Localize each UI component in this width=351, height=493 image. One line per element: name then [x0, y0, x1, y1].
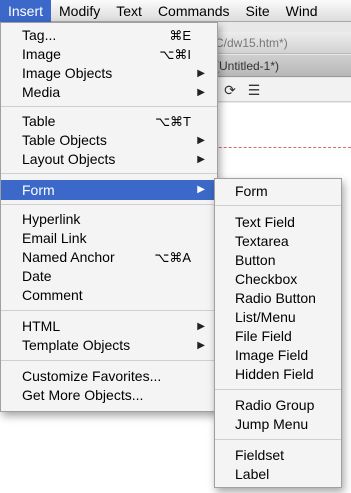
menu-item-media[interactable]: Media ▶ — [1, 83, 217, 102]
refresh-icon[interactable]: ⟳ — [222, 82, 238, 98]
menu-modify[interactable]: Modify — [51, 0, 108, 22]
submenu-arrow-icon: ▶ — [197, 154, 205, 165]
list-icon[interactable]: ☰ — [246, 82, 262, 98]
menu-item-label: Tag... — [22, 27, 57, 43]
submenu-item-label: Radio Button — [235, 290, 316, 306]
submenu-item-label: Text Field — [235, 214, 295, 230]
submenu-item-radio-button[interactable]: Radio Button — [215, 289, 341, 308]
menu-item-layout-objects[interactable]: Layout Objects ▶ — [1, 150, 217, 169]
shortcut-label: ⌥⌘A — [154, 250, 191, 265]
menu-item-label: Form — [22, 182, 55, 198]
menu-item-table-objects[interactable]: Table Objects ▶ — [1, 131, 217, 150]
menu-item-image[interactable]: Image ⌥⌘I — [1, 45, 217, 64]
menu-separator — [1, 310, 217, 311]
submenu-item-form[interactable]: Form — [215, 182, 341, 201]
menu-separator — [1, 173, 217, 174]
submenu-arrow-icon: ▶ — [197, 68, 205, 79]
document-tab[interactable]: (Untitled-1*) — [215, 55, 279, 77]
menu-item-label: Comment — [22, 287, 83, 303]
submenu-item-radio-group[interactable]: Radio Group — [215, 396, 341, 415]
menu-item-label: Media — [22, 84, 61, 100]
menu-item-date[interactable]: Date — [1, 267, 217, 286]
shortcut-label: ⌘E — [169, 28, 191, 43]
menu-insert[interactable]: Insert — [0, 0, 52, 22]
submenu-item-label: Image Field — [235, 347, 309, 363]
submenu-item-label: Checkbox — [235, 271, 298, 287]
submenu-item-button[interactable]: Button — [215, 251, 341, 270]
menu-separator — [1, 106, 217, 107]
submenu-item-list-menu[interactable]: List/Menu — [215, 308, 341, 327]
menu-item-label: Hyperlink — [22, 211, 81, 227]
menu-separator — [215, 439, 341, 440]
submenu-item-hidden-field[interactable]: Hidden Field — [215, 365, 341, 384]
submenu-item-label: Radio Group — [235, 397, 315, 413]
submenu-item-text-field[interactable]: Text Field — [215, 213, 341, 232]
submenu-arrow-icon: ▶ — [197, 321, 205, 332]
menu-separator — [215, 205, 341, 206]
menu-item-html[interactable]: HTML ▶ — [1, 317, 217, 336]
menu-item-label: Image Objects — [22, 65, 113, 81]
shortcut-label: ⌥⌘I — [159, 47, 191, 62]
menu-item-customize-favorites[interactable]: Customize Favorites... — [1, 367, 217, 386]
submenu-item-label: Fieldset — [235, 447, 285, 463]
submenu-item-fieldset[interactable]: Fieldset — [215, 446, 341, 465]
menu-item-image-objects[interactable]: Image Objects ▶ — [1, 64, 217, 83]
menu-item-label: HTML — [22, 318, 61, 334]
menu-item-label: Get More Objects... — [22, 387, 144, 403]
submenu-arrow-icon: ▶ — [197, 340, 205, 351]
menu-item-label: Layout Objects — [22, 151, 116, 167]
submenu-arrow-icon: ▶ — [197, 135, 205, 146]
window-title: C/dw15.htm*) — [215, 36, 288, 50]
menu-item-template-objects[interactable]: Template Objects ▶ — [1, 336, 217, 355]
submenu-item-label: Form — [235, 183, 268, 199]
menu-item-tag[interactable]: Tag... ⌘E — [1, 26, 217, 45]
menu-item-get-more-objects[interactable]: Get More Objects... — [1, 386, 217, 405]
menu-commands[interactable]: Commands — [150, 0, 238, 22]
menu-item-label: Table Objects — [22, 132, 107, 148]
menu-item-label: Named Anchor — [22, 249, 115, 265]
submenu-arrow-icon: ▶ — [197, 87, 205, 98]
menu-bar: Insert Modify Text Commands Site Wind — [0, 0, 351, 22]
menu-item-label: Date — [22, 268, 52, 284]
menu-item-label: Template Objects — [22, 337, 131, 353]
submenu-item-file-field[interactable]: File Field — [215, 327, 341, 346]
menu-item-named-anchor[interactable]: Named Anchor ⌥⌘A — [1, 248, 217, 267]
menu-item-email-link[interactable]: Email Link — [1, 229, 217, 248]
menu-item-form[interactable]: Form ▶ — [1, 180, 217, 200]
submenu-item-label: Jump Menu — [235, 416, 309, 432]
submenu-item-label: File Field — [235, 328, 292, 344]
menu-window[interactable]: Wind — [278, 0, 326, 22]
submenu-item-textarea[interactable]: Textarea — [215, 232, 341, 251]
submenu-item-label-element[interactable]: Label — [215, 465, 341, 484]
menu-item-label: Table — [22, 113, 56, 129]
menu-separator — [1, 360, 217, 361]
submenu-item-label: Button — [235, 252, 276, 268]
menu-item-label: Image — [22, 46, 61, 62]
shortcut-label: ⌥⌘T — [155, 114, 191, 129]
submenu-item-jump-menu[interactable]: Jump Menu — [215, 415, 341, 434]
insert-menu: Tag... ⌘E Image ⌥⌘I Image Objects ▶ Medi… — [0, 22, 218, 412]
menu-item-label: Email Link — [22, 230, 87, 246]
menu-item-hyperlink[interactable]: Hyperlink — [1, 210, 217, 229]
menu-item-label: Customize Favorites... — [22, 368, 162, 384]
form-submenu: Form Text Field Textarea Button Checkbox… — [214, 178, 342, 488]
submenu-item-label: Textarea — [235, 233, 289, 249]
submenu-item-label: Label — [235, 466, 270, 482]
menu-item-comment[interactable]: Comment — [1, 286, 217, 305]
submenu-item-checkbox[interactable]: Checkbox — [215, 270, 341, 289]
menu-site[interactable]: Site — [238, 0, 278, 22]
submenu-arrow-icon: ▶ — [197, 184, 205, 195]
submenu-item-label: Hidden Field — [235, 366, 314, 382]
menu-separator — [1, 204, 217, 205]
menu-item-table[interactable]: Table ⌥⌘T — [1, 112, 217, 131]
menu-separator — [215, 389, 341, 390]
submenu-item-label: List/Menu — [235, 309, 296, 325]
menu-text[interactable]: Text — [108, 0, 150, 22]
submenu-item-image-field[interactable]: Image Field — [215, 346, 341, 365]
